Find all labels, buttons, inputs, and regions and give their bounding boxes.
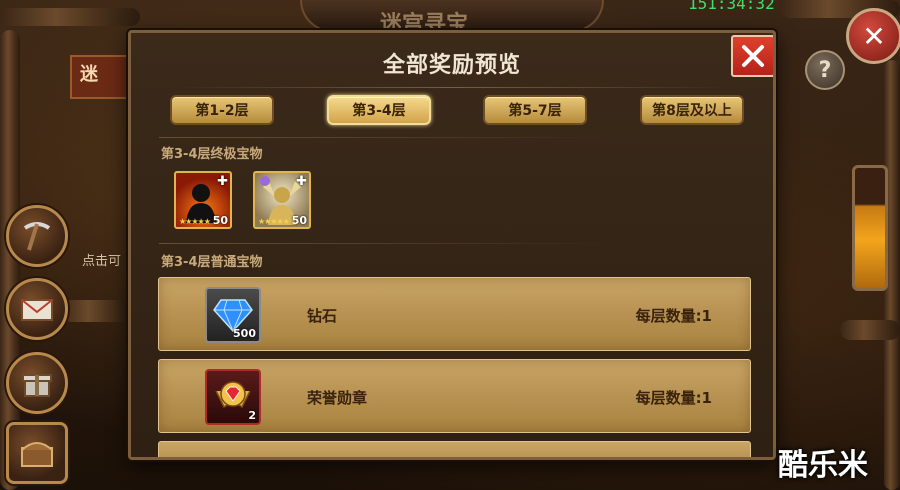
section-divider xyxy=(159,137,619,138)
close-icon xyxy=(742,45,764,67)
fragment-icon: ✚ xyxy=(217,174,228,189)
hero-card[interactable]: ✚ ★★★★★ 50 xyxy=(253,171,311,229)
gift-icon xyxy=(22,374,52,397)
hero-stars: ★★★★★ xyxy=(179,217,211,226)
item-icon-frame: 2 xyxy=(205,369,261,425)
normal-treasure-label: 第3-4层普通宝物 xyxy=(161,255,263,270)
reward-row[interactable]: 2 荣誉勋章 每层数量:1 xyxy=(158,359,751,433)
pipe-decoration xyxy=(840,320,900,340)
countdown-timer: 151:34:32 xyxy=(688,0,775,13)
hero-level: 50 xyxy=(212,214,228,227)
mail-button[interactable] xyxy=(6,278,68,340)
dialog-title: 全部奖励预览 xyxy=(382,53,521,78)
hero-card[interactable]: ✚ ★★★★★ 50 xyxy=(174,171,232,229)
help-button[interactable]: ? xyxy=(805,50,845,90)
chest-icon xyxy=(21,442,53,467)
reward-list: 500 钻石 每层数量:1 2 荣誉勋章 每层数量:1 xyxy=(158,277,751,457)
item-icon-frame: 500 xyxy=(205,287,261,343)
section-divider xyxy=(159,243,619,244)
tab-floor-8-plus[interactable]: 第8层及以上 xyxy=(640,95,744,125)
background-close-button[interactable]: ✕ xyxy=(846,8,900,64)
mail-icon xyxy=(21,299,53,321)
pickaxe-icon xyxy=(23,222,51,251)
item-name: 钻石 xyxy=(307,307,338,325)
gift-button[interactable] xyxy=(6,352,68,414)
watermark: 酷乐米 xyxy=(778,448,868,483)
left-hint-text: 点击可 xyxy=(82,254,122,269)
item-quantity: 2 xyxy=(248,409,256,422)
per-floor-count: 每层数量:1 xyxy=(635,307,712,325)
title-divider xyxy=(171,87,733,88)
hero-level: 50 xyxy=(291,214,307,227)
reward-row-partial[interactable] xyxy=(158,441,751,457)
hero-stars: ★★★★★ xyxy=(258,217,290,226)
pickaxe-button[interactable] xyxy=(6,205,68,267)
pipe-decoration xyxy=(0,8,140,26)
treasure-chest-button[interactable] xyxy=(6,422,68,484)
floor-tabs: 第1-2层 第3-4层 第5-7层 第8层及以上 xyxy=(131,95,773,129)
reward-preview-dialog: 全部奖励预览 第1-2层 第3-4层 第5-7层 第8层及以上 第3-4层终极宝… xyxy=(128,30,776,460)
tab-floor-5-7[interactable]: 第5-7层 xyxy=(483,95,587,125)
reward-row[interactable]: 500 钻石 每层数量:1 xyxy=(158,277,751,351)
item-quantity: 500 xyxy=(233,327,256,340)
pipe-decoration xyxy=(60,300,130,322)
fragment-icon: ✚ xyxy=(296,174,307,189)
ultimate-treasure-label: 第3-4层终极宝物 xyxy=(161,147,263,162)
tab-floor-1-2[interactable]: 第1-2层 xyxy=(170,95,274,125)
close-button[interactable] xyxy=(731,35,773,77)
item-name: 荣誉勋章 xyxy=(307,389,368,407)
left-banner-label: 迷 xyxy=(80,64,98,85)
per-floor-count: 每层数量:1 xyxy=(635,389,712,407)
tab-floor-3-4[interactable]: 第3-4层 xyxy=(327,95,431,125)
energy-gauge xyxy=(852,165,888,291)
